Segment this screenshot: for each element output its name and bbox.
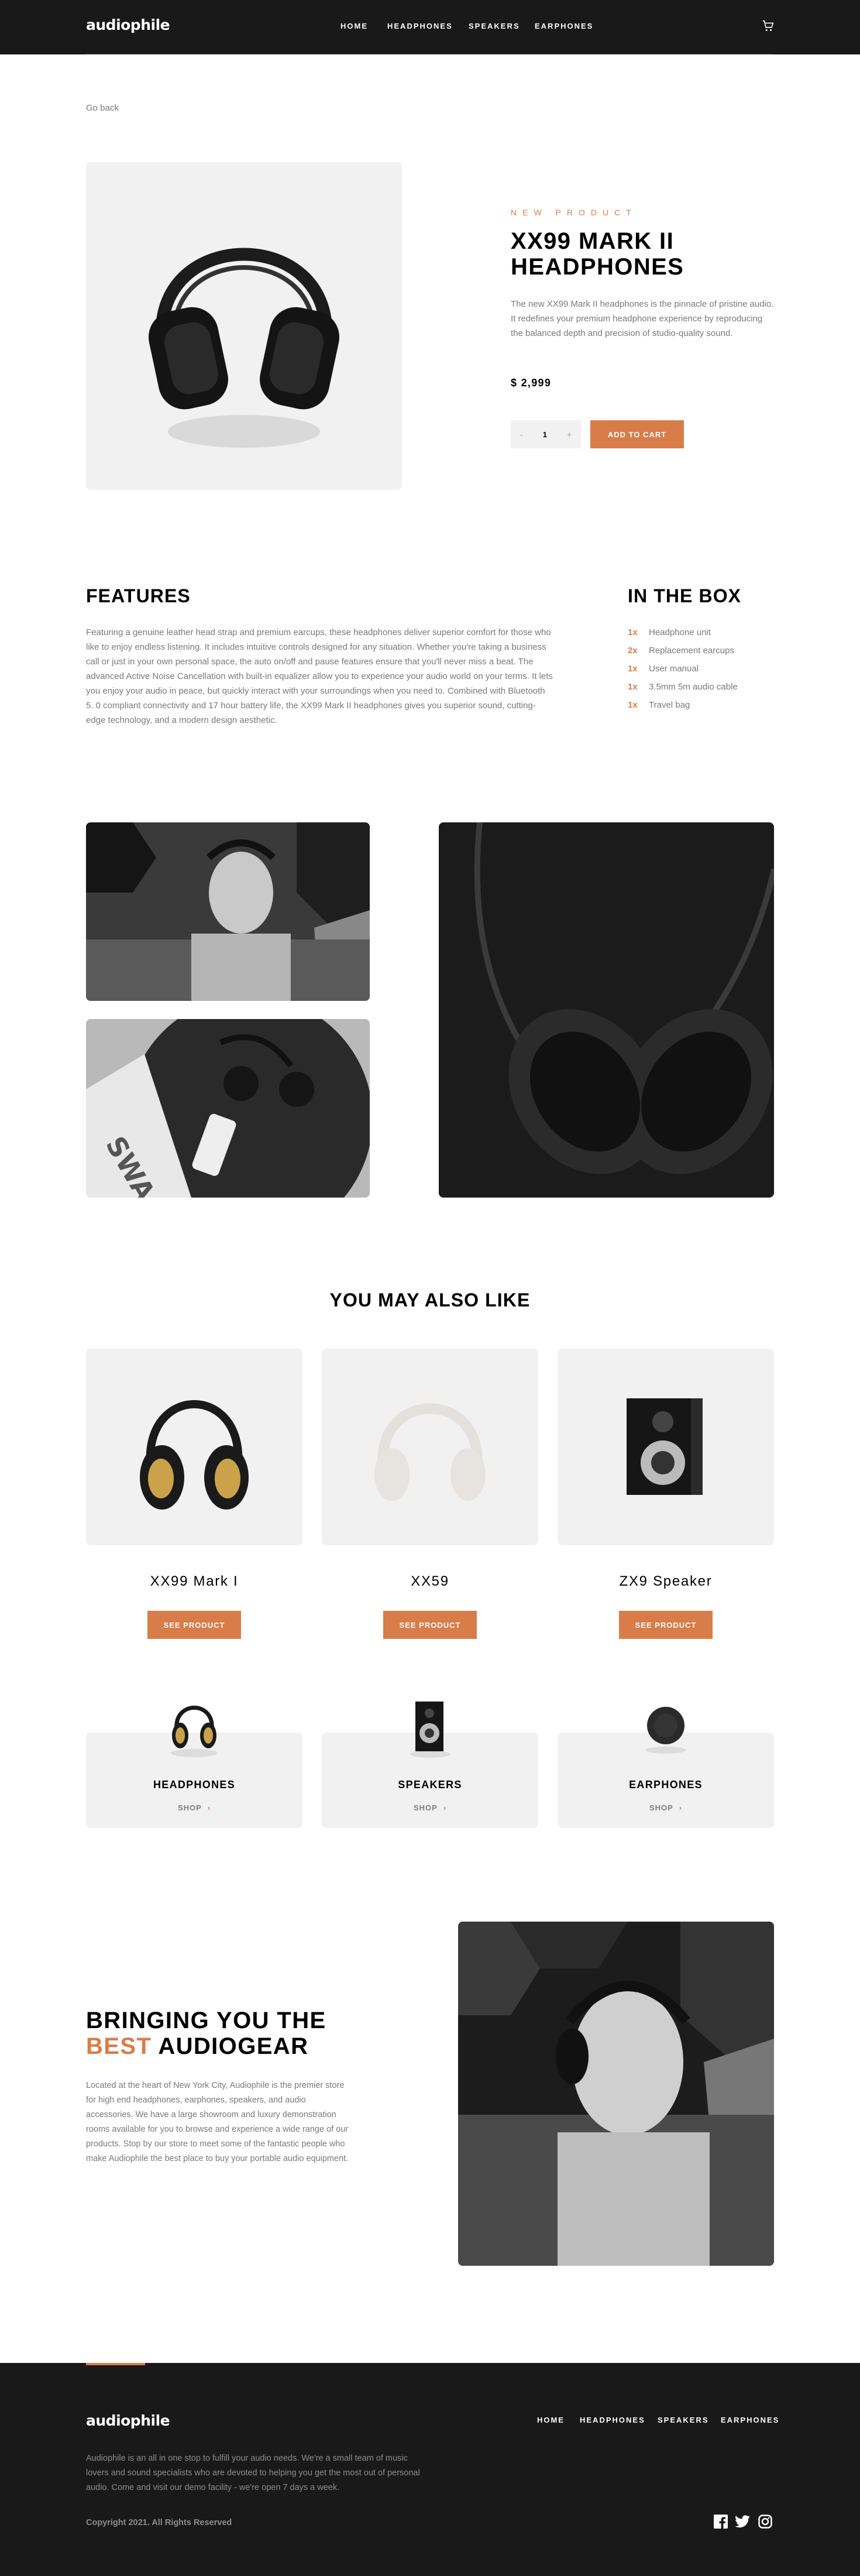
footer-nav-headphones[interactable]: HEADPHONES bbox=[580, 2416, 645, 2424]
see-product-button[interactable]: SEE PRODUCT bbox=[383, 1611, 477, 1639]
quantity-stepper: - 1 + bbox=[511, 420, 581, 448]
headphones-image bbox=[374, 1403, 486, 1501]
cart-icon[interactable] bbox=[762, 19, 775, 32]
speaker-image bbox=[627, 1398, 703, 1495]
features-text: Featuring a genuine leather head strap a… bbox=[86, 627, 553, 725]
about-heading-accent: BEST bbox=[86, 2033, 152, 2059]
gallery-image-headphones bbox=[439, 822, 774, 1198]
product-title-line2: HEADPHONES bbox=[511, 254, 684, 280]
category-name: EARPHONES bbox=[629, 1779, 703, 1790]
footer-logo[interactable]: audiophile bbox=[86, 2412, 170, 2429]
quantity-increase-button[interactable]: + bbox=[567, 430, 572, 439]
facebook-icon[interactable] bbox=[714, 2515, 728, 2529]
footer-text: Audiophile is an all in one stop to fulf… bbox=[86, 2454, 420, 2492]
footer-nav-home[interactable]: HOME bbox=[537, 2416, 565, 2424]
item-qty: 1x bbox=[628, 682, 638, 692]
item-name: Headphone unit bbox=[649, 627, 711, 637]
site-header: audiophile HOME HEADPHONES SPEAKERS EARP… bbox=[0, 0, 860, 54]
chevron-right-icon: › bbox=[679, 1803, 683, 1812]
item-qty: 1x bbox=[628, 664, 638, 674]
chevron-right-icon: › bbox=[207, 1803, 211, 1812]
headphones-image bbox=[149, 248, 339, 448]
features-heading: FEATURES bbox=[86, 585, 191, 606]
product-title-line1: XX99 MARK II bbox=[511, 228, 675, 254]
nav-headphones[interactable]: HEADPHONES bbox=[387, 22, 453, 30]
headphones-image bbox=[140, 1400, 249, 1510]
chevron-right-icon: › bbox=[443, 1803, 447, 1812]
shop-link[interactable]: SHOP › bbox=[414, 1803, 446, 1812]
new-product-badge: NEW PRODUCT bbox=[511, 208, 637, 217]
twitter-icon[interactable] bbox=[735, 2515, 750, 2528]
in-the-box-heading: IN THE BOX bbox=[628, 585, 742, 606]
nav-speakers[interactable]: SPEAKERS bbox=[469, 22, 520, 30]
product-description: The new XX99 Mark II headphones is the p… bbox=[511, 299, 774, 338]
instagram-icon[interactable] bbox=[758, 2515, 772, 2529]
item-qty: 2x bbox=[628, 646, 638, 656]
see-product-button[interactable]: SEE PRODUCT bbox=[147, 1611, 241, 1639]
category-name: HEADPHONES bbox=[153, 1779, 236, 1790]
item-qty: 1x bbox=[628, 627, 638, 637]
product-title: XX99 MARK II HEADPHONES bbox=[511, 228, 684, 280]
footer-nav-speakers[interactable]: SPEAKERS bbox=[658, 2416, 709, 2424]
recommend-name: XX99 Mark I bbox=[150, 1573, 239, 1589]
speaker-category-image bbox=[410, 1702, 450, 1758]
gallery-image-man bbox=[86, 822, 370, 1001]
quantity-value: 1 bbox=[542, 430, 547, 439]
copyright: Copyright 2021. All Rights Reserved bbox=[86, 2518, 232, 2527]
item-name: User manual bbox=[649, 664, 699, 674]
site-footer: audiophile HOME HEADPHONES SPEAKERS EARP… bbox=[0, 2363, 860, 2576]
recommend-card-zx9-speaker bbox=[558, 1349, 774, 1545]
also-like-heading: YOU MAY ALSO LIKE bbox=[329, 1289, 531, 1311]
quantity-decrease-button[interactable]: - bbox=[520, 430, 522, 439]
recommend-card-xx59 bbox=[322, 1349, 538, 1545]
nav-home[interactable]: HOME bbox=[340, 22, 368, 30]
footer-nav-earphones[interactable]: EARPHONES bbox=[721, 2416, 779, 2424]
go-back-link[interactable]: Go back bbox=[86, 103, 119, 113]
in-the-box-list: 1x Headphone unit 2x Replacement earcups 1… bbox=[628, 627, 774, 727]
recommend-name: ZX9 Speaker bbox=[619, 1573, 713, 1589]
see-product-button[interactable]: SEE PRODUCT bbox=[619, 1611, 713, 1639]
logo[interactable]: audiophile bbox=[86, 16, 170, 33]
item-name: 3.5mm 5m audio cable bbox=[649, 682, 738, 692]
product-image-card bbox=[86, 162, 402, 490]
product-price: $ 2,999 bbox=[511, 377, 552, 389]
gallery-image-table: SWAG bbox=[86, 1019, 370, 1198]
item-name: Replacement earcups bbox=[649, 646, 734, 656]
item-name: Travel bag bbox=[649, 700, 690, 710]
about-heading: BRINGING YOU THE BEST AUDIOGEAR bbox=[86, 2008, 326, 2059]
recommend-name: XX59 bbox=[411, 1573, 449, 1589]
footer-accent-bar bbox=[86, 2363, 145, 2365]
headphones-category-image bbox=[171, 1706, 218, 1757]
shop-label: SHOP bbox=[649, 1803, 673, 1812]
shop-label: SHOP bbox=[178, 1803, 202, 1812]
shop-link[interactable]: SHOP › bbox=[649, 1803, 682, 1812]
shop-link[interactable]: SHOP › bbox=[178, 1803, 211, 1812]
about-image bbox=[458, 1922, 774, 2266]
add-to-cart-button[interactable]: ADD TO CART bbox=[590, 420, 684, 448]
recommend-card-xx99-mark-i bbox=[86, 1349, 302, 1545]
nav-earphones[interactable]: EARPHONES bbox=[535, 22, 593, 30]
item-qty: 1x bbox=[628, 700, 638, 710]
about-heading-rest: AUDIOGEAR bbox=[158, 2033, 309, 2059]
shop-label: SHOP bbox=[414, 1803, 438, 1812]
about-heading-line1: BRINGING YOU THE bbox=[86, 2008, 326, 2033]
category-name: SPEAKERS bbox=[398, 1779, 462, 1790]
earphones-category-image bbox=[645, 1707, 686, 1754]
about-text: Located at the heart of New York City, A… bbox=[86, 2081, 349, 2163]
